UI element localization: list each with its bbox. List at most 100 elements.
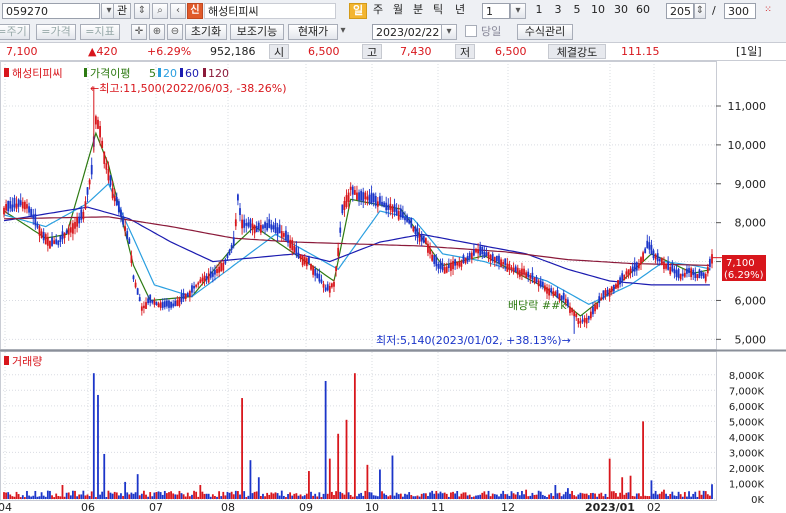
candle-body [452, 260, 454, 270]
period-1-button[interactable]: 1 [532, 3, 546, 19]
candle-body [224, 259, 227, 264]
period-60-button[interactable]: 60 [633, 3, 653, 19]
candle-body [295, 247, 298, 254]
stock-chart[interactable]: 5,0006,0007,0008,0009,00010,00011,0000K1… [0, 61, 786, 513]
volume-bar [305, 493, 308, 499]
crosshair-icon[interactable]: ✛ [131, 24, 147, 40]
price-tick-label: 6,000 [735, 294, 767, 307]
volume-bar [500, 493, 502, 499]
cycle-button[interactable]: =주기 [0, 24, 30, 40]
candle-body [435, 256, 438, 267]
candle-body [80, 209, 83, 220]
candle-body [111, 188, 114, 199]
volume-bar [134, 492, 137, 499]
candle-body [552, 291, 555, 296]
candle-body [692, 269, 695, 276]
volume-bar [585, 493, 588, 499]
volume-bar [550, 493, 553, 499]
volume-bar [44, 496, 47, 499]
candle-body [385, 202, 388, 211]
price-type-dropdown[interactable]: 현재가 [288, 24, 338, 40]
volume-bar [681, 496, 684, 499]
count-spinner-icon[interactable]: ⇕ [694, 3, 706, 19]
candle-body [230, 244, 233, 250]
candle-body [483, 251, 486, 258]
candle-body [234, 219, 237, 227]
stock-name-field[interactable]: 해성티피씨 [204, 3, 336, 19]
search-icon[interactable]: ⌕ [152, 3, 168, 19]
price-tick-label: 8,000 [735, 217, 767, 230]
kwan-button[interactable]: 관 [113, 3, 131, 19]
today-checkbox[interactable] [465, 25, 477, 37]
tab-minute[interactable]: 분 [409, 3, 427, 19]
interval-input[interactable]: 1 [482, 3, 510, 19]
reset-button[interactable]: 초기화 [185, 24, 227, 40]
candle-body [320, 279, 323, 283]
tab-tick[interactable]: 틱 [429, 3, 447, 19]
period-10-button[interactable]: 10 [588, 3, 608, 19]
formula-manage-button[interactable]: 수식관리 [517, 24, 573, 40]
candle-body [665, 263, 667, 269]
volume-bar [443, 492, 446, 499]
volume-bar [105, 497, 108, 499]
total-count-input[interactable]: 300 [724, 3, 756, 19]
candle-body [280, 231, 283, 239]
settings-dots-icon[interactable]: ⁙ [760, 3, 776, 19]
tab-monthly[interactable]: 월 [389, 3, 407, 19]
candle-body [23, 201, 26, 210]
main-toolbar: 059270 ▾ 관 ⇕ ⌕ ‹ 신 해성티피씨 일 주 월 분 틱 년 1 ▾… [0, 0, 786, 23]
candle-body [126, 231, 129, 240]
interval-dropdown-icon[interactable]: ▾ [510, 3, 526, 19]
indicator-button[interactable]: =지표 [80, 24, 120, 40]
period-3-button[interactable]: 3 [551, 3, 565, 19]
today-label: 당일 [481, 25, 502, 38]
candle-body [209, 271, 212, 278]
stock-code-input[interactable]: 059270 [2, 3, 100, 19]
price-button[interactable]: =가격 [36, 24, 76, 40]
volume-bar [360, 492, 363, 499]
price-type-caret-icon[interactable]: ▾ [338, 24, 348, 40]
volume-bar [577, 494, 580, 499]
volume-bar [470, 497, 473, 499]
volume-bar [214, 496, 216, 499]
volume-bar [477, 495, 479, 499]
volume-bar [92, 373, 95, 499]
tab-daily[interactable]: 일 [349, 3, 367, 19]
scroll-updown-icon[interactable]: ⇕ [134, 3, 150, 19]
open-label: 시 [269, 44, 289, 59]
candle-body [172, 303, 175, 307]
prev-stock-icon[interactable]: ‹ [170, 3, 186, 19]
x-tick-label: 09 [299, 501, 313, 513]
zoom-in-icon[interactable]: ⊕ [149, 24, 165, 40]
volume-bar [546, 497, 548, 499]
candle-body [166, 300, 168, 307]
period-5-button[interactable]: 5 [570, 3, 584, 19]
date-dropdown-icon[interactable]: ▾ [441, 24, 457, 40]
volume-bar [21, 495, 24, 499]
volume-bar [508, 495, 511, 499]
candle-body [13, 197, 16, 208]
candle-body [101, 140, 104, 149]
aux-function-button[interactable]: 보조기능 [230, 24, 284, 40]
candle-body [34, 213, 37, 226]
volume-tick-label: 6,000K [729, 402, 765, 413]
volume-bar [556, 493, 559, 499]
candle-body [569, 306, 571, 313]
candle-body [399, 208, 402, 218]
candle-body [389, 203, 392, 210]
volume-bar [140, 493, 143, 499]
tab-yearly[interactable]: 년 [451, 3, 469, 19]
date-input[interactable]: 2023/02/22 [372, 24, 442, 40]
candle-body [15, 203, 18, 209]
zoom-out-icon[interactable]: ⊖ [167, 24, 183, 40]
candle-body [454, 259, 457, 266]
count-input[interactable]: 205 [666, 3, 694, 19]
candle-body [159, 302, 162, 308]
volume-bar [642, 421, 644, 499]
tab-weekly[interactable]: 주 [369, 3, 387, 19]
volume-bar [163, 490, 166, 499]
volume-bar [462, 492, 465, 499]
volume-bar [700, 494, 703, 499]
candle-body [122, 216, 124, 225]
period-30-button[interactable]: 30 [611, 3, 631, 19]
